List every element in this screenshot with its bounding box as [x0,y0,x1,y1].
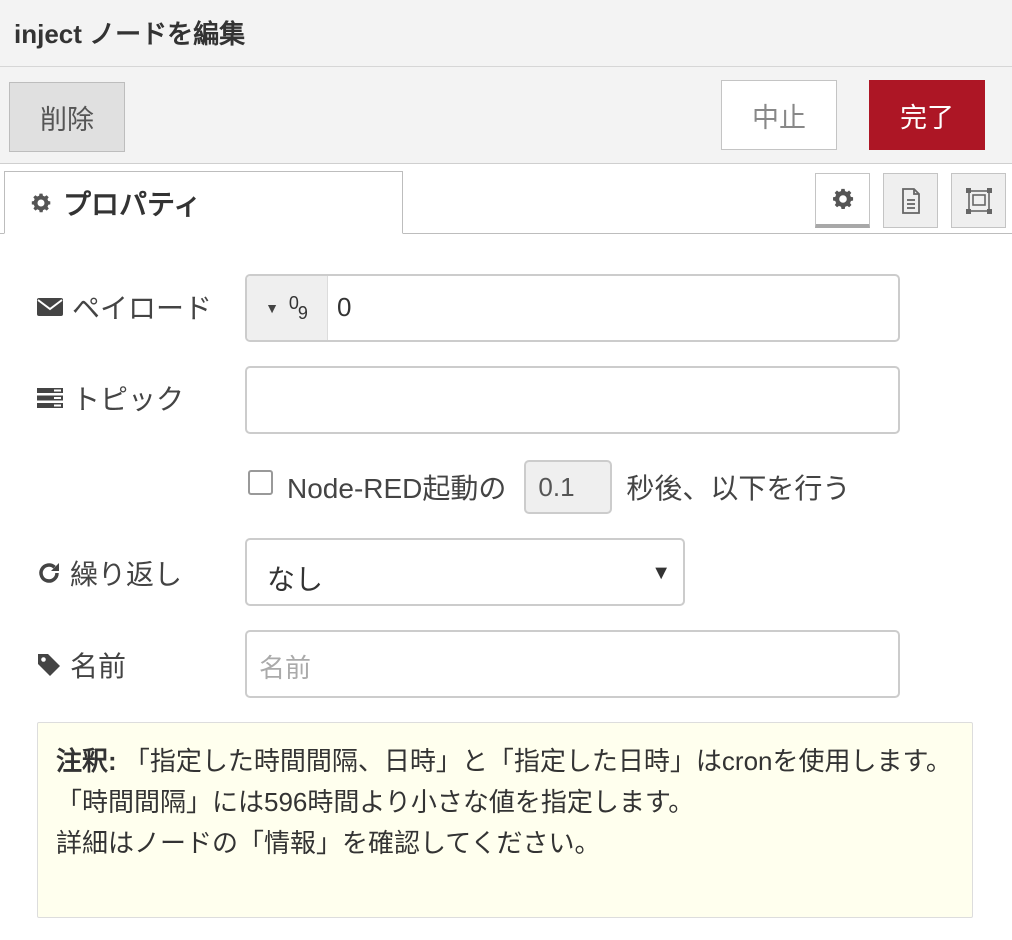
tab-bar: プロパティ [0,164,1012,234]
once-delay-input[interactable]: 0.1 [524,460,613,514]
topic-label: トピック [36,378,184,418]
done-button[interactable]: 完了 [869,80,985,150]
appearance-icon [965,187,992,214]
number-type-icon: 0 9 [288,293,308,323]
once-delay-suffix: 秒後、以下を行う [626,473,851,504]
gear-icon [832,188,853,209]
name-label: 名前 [36,645,126,685]
tray-header: inject ノードを編集 [0,0,1012,67]
delete-button[interactable]: 削除 [9,82,125,152]
topic-input[interactable] [245,366,900,434]
note-line-1: 「指定した時間間隔、日時」と「指定した日時」はcronを使用します。 [123,746,952,776]
name-input[interactable]: 名前 [245,630,900,698]
inject-once-label: Node-RED起動の [287,473,507,504]
tab-properties-label: プロパティ [63,188,202,220]
gear-icon [31,193,51,212]
payload-value-input[interactable]: 0 [337,292,351,323]
envelope-icon [37,298,63,316]
note-line-3: 詳細はノードの「情報」を確認してください。 [56,828,601,858]
name-placeholder: 名前 [259,653,312,683]
cron-note: 注釈: 「指定した時間間隔、日時」と「指定した日時」はcronを使用します。 「… [37,722,973,918]
select-caret-icon: ▼ [651,562,671,584]
tray-title: inject ノードを編集 [14,19,246,49]
inject-once-row: Node-RED起動の 0.1 秒後、以下を行う [248,460,850,514]
tag-icon [38,654,60,676]
note-line-2: 「時間間隔」には596時間より小さな値を指定します。 [56,787,695,817]
payload-label: ペイロード [36,287,212,327]
side-tab-settings[interactable] [815,173,870,228]
caret-down-icon: ▼ [265,300,279,316]
cancel-button[interactable]: 中止 [721,80,837,150]
repeat-icon [39,563,59,583]
document-icon [901,187,920,214]
side-tab-appearance[interactable] [951,173,1006,228]
repeat-select[interactable]: なし ▼ [245,538,685,606]
side-tab-description[interactable] [883,173,938,228]
tasks-icon [37,388,63,408]
payload-field: ▼ 0 9 0 [245,274,900,342]
repeat-label: 繰り返し [36,553,182,593]
tray-toolbar: 削除 中止 完了 [0,67,1012,164]
repeat-selected-value: なし [267,564,324,595]
inject-once-checkbox[interactable] [248,469,273,495]
payload-type-selector[interactable]: ▼ 0 9 [247,276,328,340]
note-prefix: 注釈: [56,746,117,776]
tab-properties[interactable]: プロパティ [4,171,403,234]
